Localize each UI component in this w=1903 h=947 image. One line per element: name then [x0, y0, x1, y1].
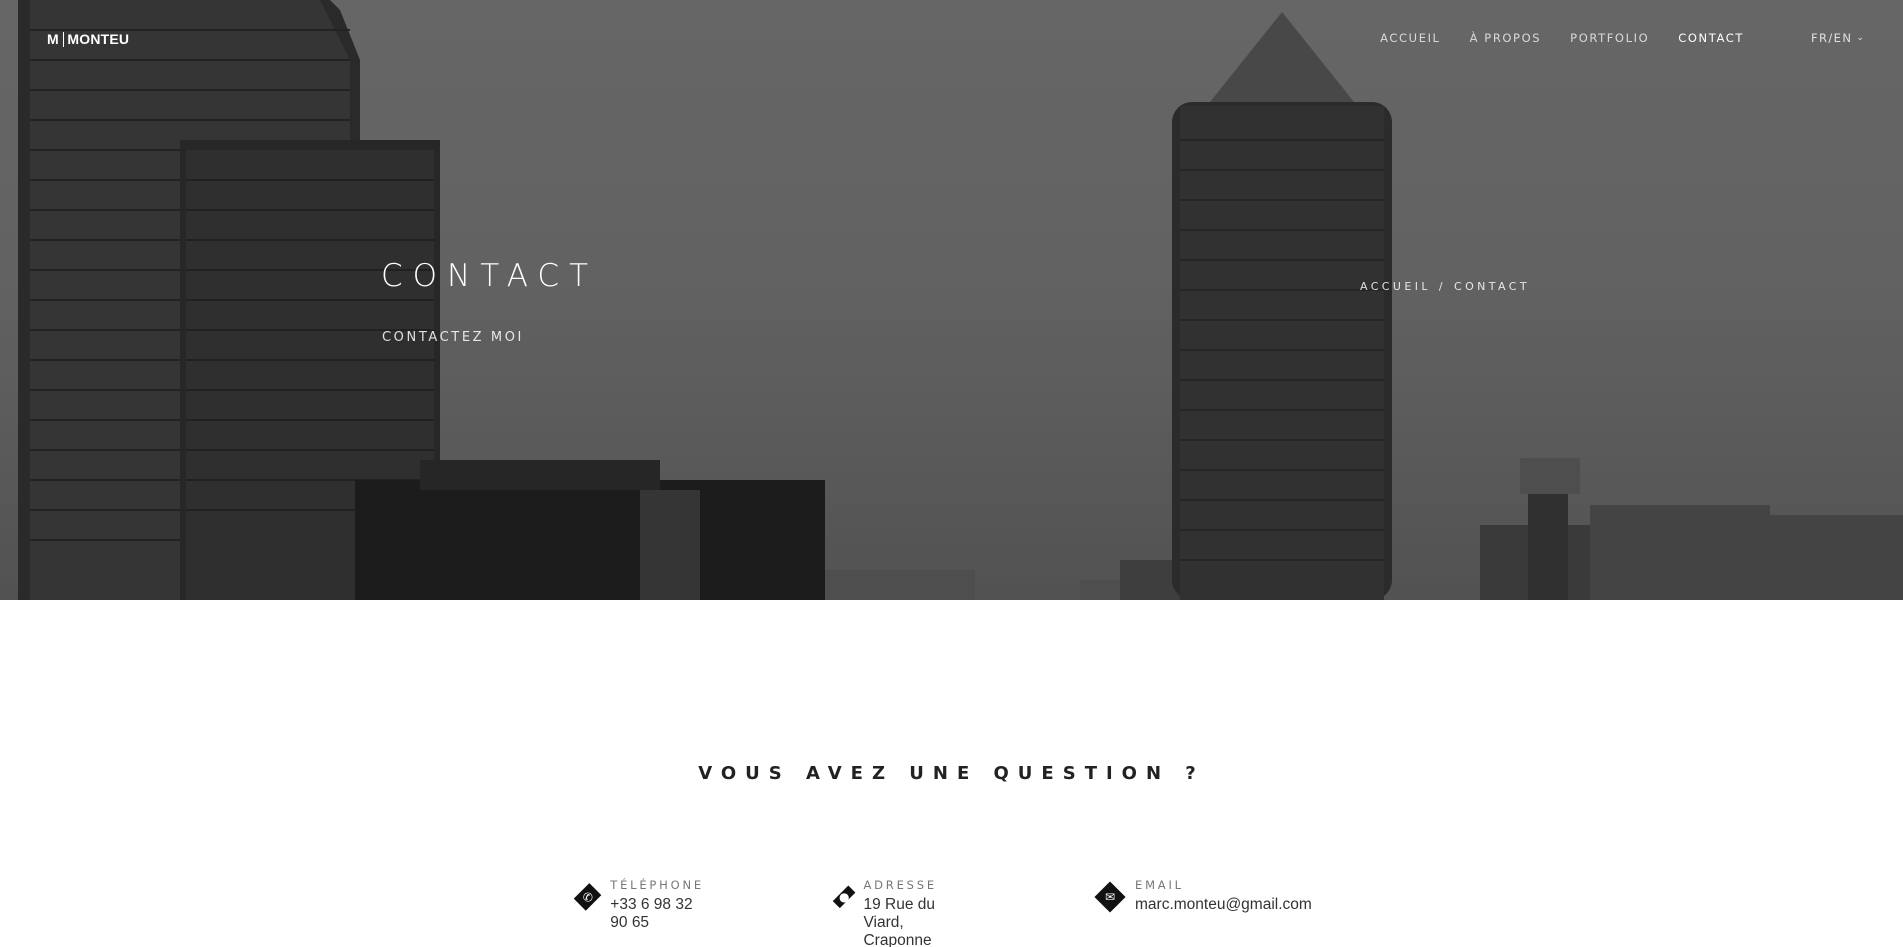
- nav-contact[interactable]: CONTACT: [1678, 29, 1744, 47]
- page-title: CONTACT: [381, 258, 599, 294]
- envelope-icon-badge: ✉: [1094, 881, 1126, 913]
- logo-name: MONTEU: [67, 31, 130, 47]
- logo-divider: [62, 31, 65, 47]
- breadcrumb-current: CONTACT: [1453, 280, 1530, 293]
- contact-email: ✉ EMAIL marc.monteu@gmail.com: [1094, 878, 1312, 914]
- nav-accueil[interactable]: ACCUEIL: [1380, 29, 1440, 47]
- map-pin-icon-badge: ●: [832, 885, 856, 909]
- envelope-icon: ✉: [1104, 890, 1116, 904]
- phone-icon-badge: ✆: [573, 883, 602, 911]
- section-heading: VOUS AVEZ UNE QUESTION ?: [698, 763, 1205, 784]
- contact-label: ADRESSE: [863, 878, 937, 892]
- nav-a-propos[interactable]: À PROPOS: [1470, 29, 1542, 47]
- contact-value: 19 Rue du Viard, Craponne: [863, 896, 936, 947]
- language-switcher[interactable]: FR/EN ⌄: [1811, 29, 1865, 47]
- site-logo[interactable]: M MONTEU: [47, 30, 129, 48]
- contact-label: EMAIL: [1135, 878, 1184, 892]
- language-label: FR/EN: [1811, 31, 1853, 45]
- chevron-down-icon: ⌄: [1856, 33, 1866, 43]
- breadcrumb-separator: /: [1438, 280, 1446, 293]
- contact-value[interactable]: +33 6 98 32 90 65: [610, 896, 708, 932]
- contact-value[interactable]: marc.monteu@gmail.com: [1135, 896, 1312, 914]
- contact-phone: ✆ TÉLÉPHONE +33 6 98 32 90 65: [573, 878, 709, 932]
- nav-portfolio[interactable]: PORTFOLIO: [1570, 29, 1649, 47]
- contact-address: ● ADRESSE 19 Rue du Viard, Craponne: [832, 878, 948, 947]
- contact-label: TÉLÉPHONE: [610, 878, 704, 892]
- page-subtitle: CONTACTEZ MOI: [382, 330, 524, 345]
- breadcrumb: ACCUEIL / CONTACT: [1360, 280, 1530, 293]
- map-pin-icon: ●: [839, 890, 850, 904]
- main-nav: ACCUEIL À PROPOS PORTFOLIO CONTACT: [1351, 29, 1744, 47]
- breadcrumb-home[interactable]: ACCUEIL: [1360, 280, 1431, 293]
- hero-banner: M MONTEU ACCUEIL À PROPOS PORTFOLIO CONT…: [0, 0, 1903, 600]
- logo-initial: M: [47, 31, 59, 47]
- hero-overlay: [0, 0, 1903, 600]
- phone-icon: ✆: [582, 889, 593, 904]
